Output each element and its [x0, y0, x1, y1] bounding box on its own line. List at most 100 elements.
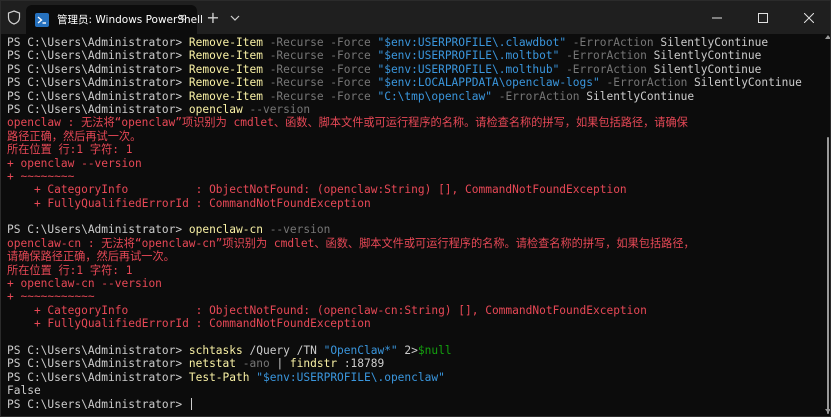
- terminal-text: Test-Path: [188, 370, 250, 384]
- terminal-text: + openclaw --version: [7, 156, 142, 170]
- terminal-line: openclaw : 无法将“openclaw”项识别为 cmdlet、函数、脚…: [7, 116, 824, 129]
- terminal-window: 管理员: Windows PowerShell ✕ + PS C:\Users\…: [0, 0, 831, 417]
- terminal-text: /Query /TN: [242, 343, 324, 357]
- terminal-text: openclaw : 无法将“openclaw”项识别为 cmdlet、函数、脚…: [7, 116, 688, 130]
- terminal-text: "$env:USERPROFILE\.moltbot": [377, 49, 560, 63]
- terminal-text: 所在位置 行:1 字符: 1: [7, 263, 133, 277]
- terminal-text: 路径正确，然后再试一次。: [7, 129, 142, 143]
- terminal-text: SilentlyContinue: [687, 76, 802, 90]
- terminal-text: $null: [417, 343, 452, 357]
- terminal-text: "$env:USERPROFILE\.molthub": [377, 62, 560, 76]
- terminal-line: PS C:\Users\Administrator> Remove-Item -…: [7, 76, 824, 89]
- terminal-text: "$env:USERPROFILE\.clawdbot": [377, 36, 567, 49]
- terminal-text: PS C:\Users\Administrator>: [7, 76, 189, 90]
- terminal-text: PS C:\Users\Administrator>: [7, 89, 189, 103]
- terminal-text: --version: [262, 223, 331, 237]
- terminal-line: PS C:\Users\Administrator> Remove-Item -…: [7, 36, 824, 49]
- terminal-text: PS C:\Users\Administrator>: [7, 102, 189, 116]
- shield-icon: [7, 10, 21, 25]
- terminal-line: + ~~~~~~~~: [7, 170, 824, 183]
- powershell-icon: [35, 12, 49, 27]
- terminal-text: SilentlyContinue: [653, 36, 769, 49]
- terminal-text: "$env:LOCALAPPDATA\openclaw-logs": [377, 76, 600, 90]
- terminal-text: |: [269, 357, 290, 371]
- terminal-line: 所在位置 行:1 字符: 1: [7, 143, 824, 156]
- terminal-text: -ErrorAction: [559, 49, 647, 63]
- terminal-output[interactable]: PS C:\Users\Administrator> Remove-Item -…: [1, 34, 824, 416]
- terminal-line: PS C:\Users\Administrator> Remove-Item -…: [7, 63, 824, 76]
- terminal-text: -Recurse -Force: [262, 49, 378, 63]
- terminal-text: findstr: [289, 357, 338, 371]
- terminal-line: + CategoryInfo : ObjectNotFound: (opencl…: [7, 183, 824, 196]
- terminal-text: -Recurse -Force: [262, 89, 378, 103]
- terminal-text: -ano: [236, 357, 270, 371]
- terminal-text: openclaw: [188, 102, 243, 116]
- terminal-text: 所在位置 行:1 字符: 1: [7, 143, 133, 157]
- terminal-text: + ~~~~~~~~: [7, 169, 75, 183]
- terminal-line: + openclaw-cn --version: [7, 277, 824, 290]
- terminal-text: -ErrorAction: [599, 76, 688, 90]
- terminal-line: + CategoryInfo : ObjectNotFound: (opencl…: [7, 304, 824, 317]
- terminal-text: + CategoryInfo : ObjectNotFound: (opencl…: [7, 183, 627, 197]
- terminal-text: SilentlyContinue: [646, 49, 762, 63]
- terminal-text: -Recurse -Force: [262, 36, 378, 49]
- text-cursor: [190, 397, 192, 410]
- terminal-text: 2>: [397, 343, 418, 357]
- terminal-text: PS C:\Users\Administrator>: [7, 357, 189, 371]
- scrollbar[interactable]: [824, 34, 831, 416]
- terminal-line: PS C:\Users\Administrator> schtasks /Que…: [7, 344, 824, 357]
- tab-powershell[interactable]: 管理员: Windows PowerShell ✕: [26, 5, 203, 34]
- terminal-text: 请确保路径正确，然后再试一次。: [7, 250, 175, 264]
- terminal-text: -ErrorAction: [491, 89, 580, 103]
- terminal-text: openclaw-cn: [188, 223, 263, 237]
- terminal-line: + FullyQualifiedErrorId : CommandNotFoun…: [7, 197, 824, 210]
- terminal-text: False: [7, 384, 41, 398]
- tab-close-button[interactable]: ✕: [175, 12, 189, 26]
- terminal-text: :18789: [337, 357, 385, 371]
- terminal-text: -ErrorAction: [559, 62, 647, 76]
- terminal-text: -ErrorAction: [566, 36, 654, 49]
- terminal-text: "$env:USERPROFILE\.openclaw": [256, 370, 445, 384]
- terminal-text: PS C:\Users\Administrator>: [7, 49, 189, 63]
- close-button[interactable]: [786, 1, 830, 34]
- scroll-down-arrow-icon[interactable]: [825, 408, 831, 414]
- terminal-text: PS C:\Users\Administrator>: [7, 223, 189, 237]
- terminal-text: SilentlyContinue: [579, 89, 695, 103]
- terminal-text: --version: [242, 102, 311, 116]
- maximize-button[interactable]: [740, 1, 786, 34]
- terminal-text: schtasks: [188, 343, 243, 357]
- terminal-line: PS C:\Users\Administrator> openclaw --ve…: [7, 103, 824, 116]
- terminal-line: 路径正确，然后再试一次。: [7, 130, 824, 143]
- new-tab-button[interactable]: +: [203, 9, 223, 27]
- terminal-line: PS C:\Users\Administrator> Remove-Item -…: [7, 90, 824, 103]
- terminal-text: Remove-Item: [188, 62, 263, 76]
- terminal-line: + FullyQualifiedErrorId : CommandNotFoun…: [7, 317, 824, 330]
- terminal-text: + CategoryInfo : ObjectNotFound: (opencl…: [7, 303, 647, 317]
- terminal-text: "OpenClaw*": [323, 343, 398, 357]
- terminal-text: "C:\tmp\openclaw": [377, 89, 492, 103]
- terminal-text: PS C:\Users\Administrator>: [7, 36, 189, 49]
- minimize-button[interactable]: [694, 1, 740, 34]
- terminal-text: PS C:\Users\Administrator>: [7, 62, 189, 76]
- terminal-text: netstat: [188, 357, 237, 371]
- title-bar[interactable]: 管理员: Windows PowerShell ✕ +: [1, 1, 830, 34]
- chevron-down-icon[interactable]: [227, 9, 243, 27]
- terminal-text: PS C:\Users\Administrator>: [7, 397, 189, 411]
- maximize-icon: [758, 12, 768, 23]
- terminal-line: PS C:\Users\Administrator> Test-Path "$e…: [7, 371, 824, 384]
- terminal-text: Remove-Item: [188, 89, 263, 103]
- terminal-text: Remove-Item: [188, 49, 263, 63]
- terminal-text: Remove-Item: [188, 36, 263, 49]
- terminal-text: SilentlyContinue: [646, 62, 762, 76]
- terminal-text: + FullyQualifiedErrorId : CommandNotFoun…: [7, 317, 371, 331]
- terminal-text: + openclaw-cn --version: [7, 277, 162, 291]
- terminal-line: + openclaw --version: [7, 157, 824, 170]
- terminal-text: Remove-Item: [188, 76, 263, 90]
- terminal-text: -Recurse -Force: [262, 62, 378, 76]
- minimize-icon: [712, 17, 722, 18]
- terminal-text: + ~~~~~~~~~~~: [7, 290, 95, 304]
- scroll-up-arrow-icon[interactable]: [825, 34, 831, 40]
- scrollbar-thumb[interactable]: [827, 137, 829, 414]
- terminal-line: PS C:\Users\Administrator> netstat -ano …: [7, 357, 824, 370]
